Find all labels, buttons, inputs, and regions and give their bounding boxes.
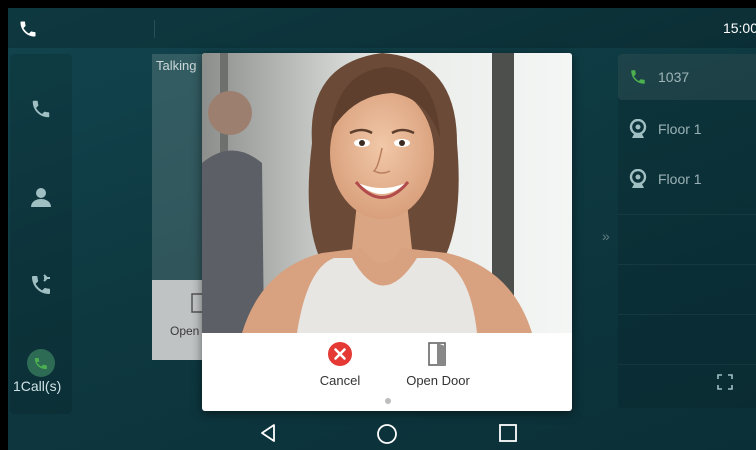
cancel-button[interactable]: Cancel bbox=[308, 341, 372, 388]
divider bbox=[618, 214, 756, 215]
line-panel: 1037 Floor 1 Floor 1 bbox=[618, 54, 756, 408]
call-state-label: Talking bbox=[156, 58, 197, 73]
card-open-button[interactable] bbox=[152, 280, 208, 360]
recent-apps-icon[interactable] bbox=[498, 423, 518, 443]
divider bbox=[618, 364, 756, 365]
line-item-floor-1[interactable]: Floor 1 bbox=[618, 106, 756, 152]
line-item-floor-1[interactable]: Floor 1 bbox=[618, 156, 756, 202]
open-door-label: Open Door bbox=[406, 373, 470, 388]
line-label: 1037 bbox=[658, 69, 690, 85]
cancel-label: Cancel bbox=[319, 373, 361, 388]
sidebar-dialer-button[interactable] bbox=[10, 84, 72, 134]
phone-screen: 15:00 1Call(s) Talking Open 1037 Floor 1… bbox=[8, 8, 756, 450]
phone-icon bbox=[631, 70, 645, 84]
divider bbox=[618, 314, 756, 315]
status-time: 15:00 bbox=[722, 20, 756, 36]
home-icon[interactable] bbox=[376, 423, 398, 445]
webcam-icon bbox=[629, 119, 647, 138]
chevron-right-icon: » bbox=[602, 228, 610, 244]
popup-actions: Cancel Open Door bbox=[202, 333, 572, 411]
line-item-1037[interactable]: 1037 bbox=[618, 54, 756, 100]
person-icon bbox=[31, 188, 51, 207]
fullscreen-icon[interactable] bbox=[717, 374, 733, 390]
sidebar bbox=[10, 54, 72, 414]
line-label: Floor 1 bbox=[658, 121, 702, 137]
cancel-icon bbox=[328, 342, 352, 366]
sidebar-contacts-button[interactable] bbox=[10, 172, 72, 222]
webcam-icon bbox=[629, 169, 647, 188]
page-indicator-dot bbox=[385, 398, 391, 404]
active-call-icon bbox=[27, 349, 55, 377]
status-bar: 15:00 bbox=[8, 8, 756, 48]
open-door-button[interactable]: Open Door bbox=[398, 341, 478, 388]
phone-icon[interactable] bbox=[18, 19, 38, 39]
door-icon bbox=[428, 342, 446, 366]
phone-icon bbox=[32, 100, 50, 118]
call-history-icon bbox=[32, 274, 50, 294]
card-open-label: Open bbox=[170, 324, 200, 338]
sidebar-call-history-button[interactable] bbox=[10, 260, 72, 310]
call-count: 1Call(s) bbox=[13, 378, 62, 394]
status-divider bbox=[154, 20, 155, 38]
navigation-bar bbox=[8, 416, 756, 450]
back-icon[interactable] bbox=[258, 423, 278, 443]
divider bbox=[618, 264, 756, 265]
video-feed bbox=[202, 53, 572, 333]
line-label: Floor 1 bbox=[658, 171, 702, 187]
door-phone-popup: Cancel Open Door bbox=[202, 53, 572, 411]
